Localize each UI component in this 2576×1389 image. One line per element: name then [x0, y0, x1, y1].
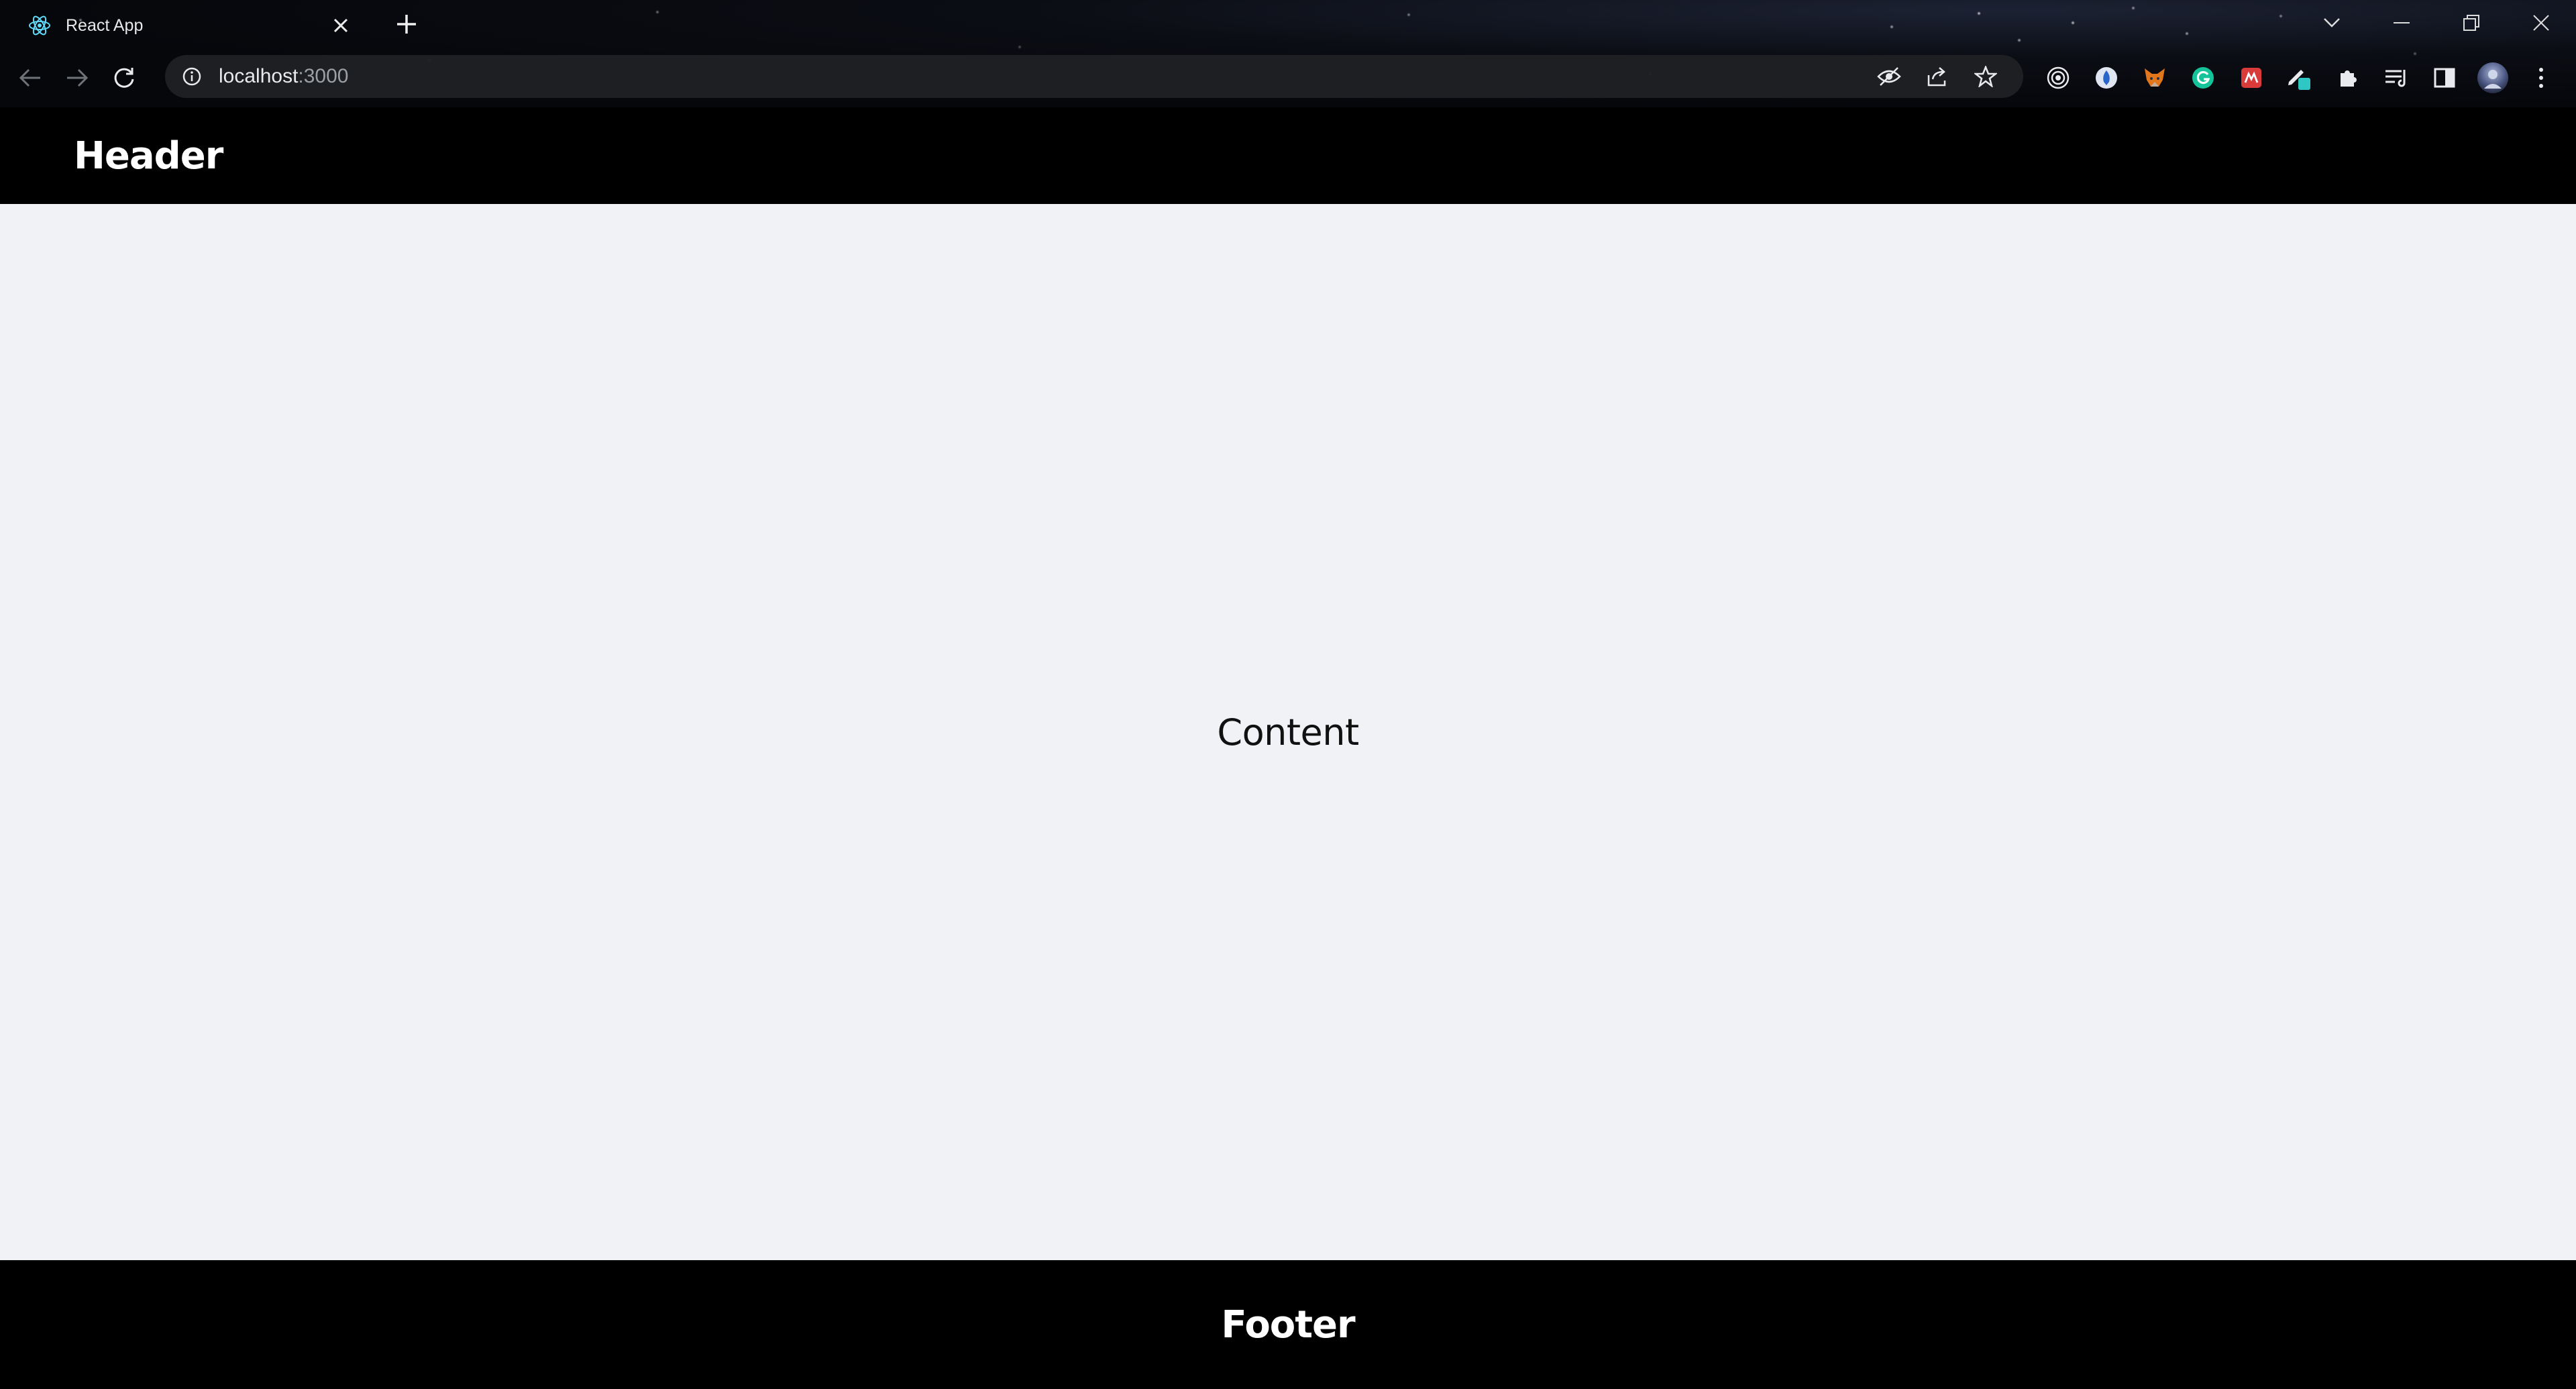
url-port: :3000 — [298, 65, 349, 87]
window-controls — [2297, 0, 2576, 46]
content-text: Content — [1217, 711, 1359, 754]
kebab-menu-icon[interactable] — [2517, 55, 2565, 101]
minimize-icon[interactable] — [2367, 0, 2436, 46]
back-arrow-icon[interactable] — [7, 55, 54, 101]
avatar[interactable] — [2469, 55, 2517, 101]
extensions-bar — [2034, 55, 2565, 101]
reload-icon[interactable] — [101, 55, 148, 101]
target-icon[interactable] — [2034, 55, 2082, 101]
share-icon[interactable] — [1913, 58, 1962, 95]
tab-title: React App — [66, 15, 144, 35]
header-title: Header — [74, 134, 223, 178]
pen-icon[interactable] — [2275, 55, 2324, 101]
browser-chrome: React App localhost:3000 — [0, 0, 2576, 107]
react-logo-icon — [28, 14, 51, 37]
eye-off-icon[interactable] — [1865, 58, 1913, 95]
grammarly-icon[interactable] — [2179, 55, 2227, 101]
app-icon[interactable] — [2227, 55, 2275, 101]
app-header: Header — [0, 107, 2576, 204]
reading-list-icon[interactable] — [2372, 55, 2420, 101]
close-icon[interactable] — [2506, 0, 2576, 46]
restore-icon[interactable] — [2436, 0, 2506, 46]
browser-toolbar: localhost:3000 — [0, 55, 2576, 101]
chevron-down-icon[interactable] — [2297, 0, 2367, 46]
browser-tab[interactable]: React App — [16, 5, 365, 46]
plus-icon[interactable] — [392, 9, 421, 39]
side-panel-icon[interactable] — [2420, 55, 2469, 101]
footer-text: Footer — [1221, 1302, 1355, 1347]
address-bar-actions — [1865, 58, 2010, 95]
fox-icon[interactable] — [2131, 55, 2179, 101]
shield-icon[interactable] — [2082, 55, 2131, 101]
close-icon[interactable] — [329, 13, 353, 38]
forward-arrow-icon[interactable] — [54, 55, 101, 101]
puzzle-icon[interactable] — [2324, 55, 2372, 101]
app-footer: Footer — [0, 1260, 2576, 1389]
info-icon[interactable] — [178, 63, 205, 90]
url-text: localhost:3000 — [219, 65, 1865, 88]
star-icon[interactable] — [1962, 58, 2010, 95]
address-bar[interactable]: localhost:3000 — [165, 55, 2023, 98]
app-page: Header Content Footer — [0, 107, 2576, 1389]
app-content: Content — [0, 204, 2576, 1260]
url-host: localhost — [219, 65, 299, 87]
